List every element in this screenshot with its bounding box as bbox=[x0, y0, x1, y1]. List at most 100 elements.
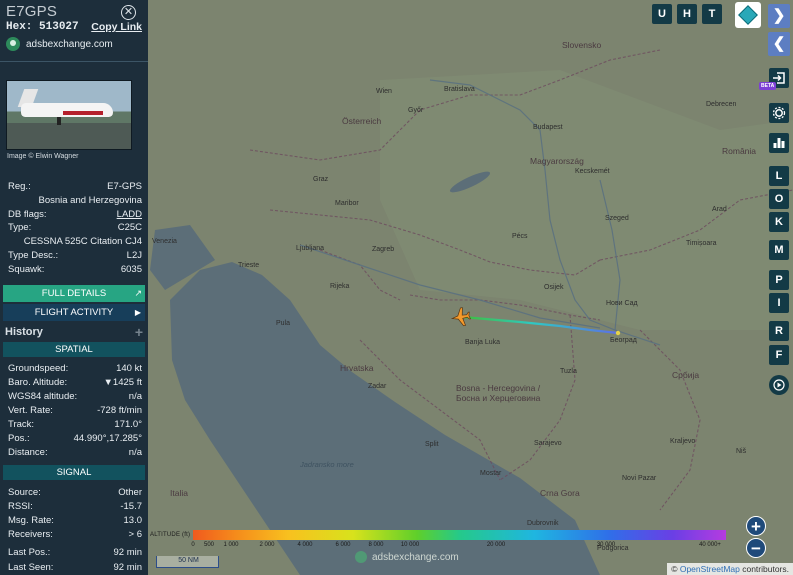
label-osijek: Osijek bbox=[544, 284, 564, 291]
label-wien: Wien bbox=[376, 88, 392, 95]
spatial-row-wgs84: WGS84 altitude: n/a bbox=[8, 391, 142, 402]
tool-button-r[interactable]: R bbox=[769, 321, 789, 341]
label-beograd: Београд bbox=[610, 337, 637, 344]
adsbx-watermark-icon bbox=[355, 551, 367, 563]
label-debrecen: Debrecen bbox=[706, 101, 737, 108]
stats-chart-icon[interactable] bbox=[769, 133, 789, 153]
external-link-icon: ↗ bbox=[134, 288, 142, 298]
label-pecs: Pécs bbox=[512, 233, 528, 240]
plus-icon[interactable]: + bbox=[135, 324, 143, 340]
label-gyor: Győr bbox=[408, 107, 424, 114]
label-dubrovnik: Dubrovnik bbox=[527, 520, 559, 527]
label-zagreb: Zagreb bbox=[372, 246, 395, 253]
label-kecskemet: Kecskemét bbox=[575, 168, 610, 175]
signal-row-msg-rate: Msg. Rate: 13.0 bbox=[8, 515, 142, 526]
label-mostar: Mostar bbox=[480, 470, 502, 477]
label-romania: România bbox=[722, 146, 757, 156]
full-details-button[interactable]: FULL DETAILS ↗ bbox=[3, 285, 145, 302]
spatial-section-header: SPATIAL bbox=[3, 342, 145, 357]
spatial-section: Groundspeed: 140 kt Baro. Altitude: ▼1425 … bbox=[0, 362, 148, 460]
label-serbia: Србија bbox=[672, 370, 700, 380]
mode-button-h[interactable]: H bbox=[677, 4, 697, 24]
detail-row-typedesc: Type Desc.: L2J bbox=[8, 249, 142, 261]
panel-header: E7GPS ✕ Hex: 513027 Copy Link adsbexchan… bbox=[0, 0, 148, 62]
altitude-color-bar bbox=[193, 530, 726, 540]
forward-arrow-icon[interactable]: ❯ bbox=[768, 4, 790, 28]
label-pula: Pula bbox=[276, 320, 291, 327]
tool-button-f[interactable]: F bbox=[769, 345, 789, 365]
last-seen-section: Last Pos.: 92 min Last Seen: 92 min bbox=[0, 546, 148, 575]
label-banja-luka: Banja Luka bbox=[465, 339, 501, 346]
signal-section-header: SIGNAL bbox=[3, 465, 145, 480]
hex-value: Hex: 513027 bbox=[6, 21, 79, 33]
altitude-legend: ALTITUDE (ft) 0 500 1 000 2 000 4 000 6 … bbox=[150, 530, 728, 550]
label-zadar: Zadar bbox=[368, 383, 387, 390]
label-kraljevo: Kraljevo bbox=[670, 438, 696, 445]
detail-row-type: Type: C25C bbox=[8, 222, 142, 234]
image-credit: Image © Elwin Wagner bbox=[7, 153, 79, 160]
detail-row-reg: Reg.: E7-GPS bbox=[8, 181, 142, 192]
tool-button-l[interactable]: L bbox=[769, 166, 789, 186]
label-croatia: Hrvatska bbox=[340, 363, 374, 373]
label-venezia: Venezia bbox=[152, 238, 177, 245]
label-graz: Graz bbox=[313, 176, 329, 183]
detail-row-model: CESSNA 525C Citation CJ4 bbox=[23, 236, 142, 248]
adsbx-logo-icon bbox=[6, 37, 20, 51]
history-header[interactable]: History + bbox=[0, 324, 148, 340]
flight-activity-button[interactable]: FLIGHT ACTIVITY ▶ bbox=[3, 304, 145, 321]
zoom-in-button[interactable]: + bbox=[746, 516, 766, 536]
tool-button-m[interactable]: M bbox=[769, 240, 789, 260]
label-bosnia: Bosna - Hercegovina / Босна и Херцеговин… bbox=[456, 383, 541, 403]
settings-gear-icon[interactable] bbox=[769, 103, 789, 123]
spatial-row-vert-rate: Vert. Rate: -728 ft/min bbox=[8, 405, 142, 416]
spatial-row-position: Pos.: 44.990°,17.285° bbox=[8, 433, 142, 444]
signal-row-receivers: Receivers: > 6 bbox=[8, 529, 142, 540]
label-timisoara: Timișoara bbox=[686, 240, 717, 247]
label-novi-sad: Нови Сад bbox=[606, 300, 638, 307]
signal-row-rssi: RSSI: -15.7 bbox=[8, 501, 142, 512]
ladd-flag-link[interactable]: LADD bbox=[117, 208, 142, 222]
spatial-row-baro-altitude: Baro. Altitude: ▼1425 ft bbox=[8, 377, 142, 388]
row-last-seen: Last Seen: 92 min bbox=[8, 561, 142, 573]
zoom-out-button[interactable]: − bbox=[746, 538, 766, 558]
label-budapest: Budapest bbox=[533, 124, 563, 131]
legend-tick: 8 000 bbox=[368, 542, 384, 548]
signal-section: Source: Other RSSI: -15.7 Msg. Rate: 13.0 R… bbox=[0, 486, 148, 542]
detail-row-squawk: Squawk: 6035 bbox=[8, 263, 142, 275]
tool-button-o[interactable]: O bbox=[769, 189, 789, 209]
legend-tick: 4 000 bbox=[297, 542, 313, 548]
label-ljubljana: Ljubljana bbox=[296, 245, 325, 252]
site-link-label: adsbexchange.com bbox=[26, 38, 113, 50]
altitude-legend-label: ALTITUDE (ft) bbox=[150, 532, 191, 538]
label-split: Split bbox=[425, 441, 439, 448]
spatial-row-track: Track: 171.0° bbox=[8, 419, 142, 430]
legend-tick: 2 000 bbox=[259, 542, 275, 548]
label-szeged: Szeged bbox=[605, 215, 629, 222]
site-link[interactable]: adsbexchange.com bbox=[6, 37, 142, 51]
layers-button[interactable] bbox=[735, 2, 761, 28]
label-tuzla: Tuzla bbox=[560, 368, 577, 375]
legend-tick: 1 000 bbox=[223, 542, 239, 548]
label-slovakia: Slovensko bbox=[562, 40, 602, 50]
site-watermark: adsbexchange.com bbox=[355, 551, 459, 563]
mode-button-u[interactable]: U bbox=[652, 4, 672, 24]
tool-button-k[interactable]: K bbox=[769, 212, 789, 232]
hex-row: Hex: 513027 Copy Link bbox=[6, 21, 142, 33]
legend-tick: 30 000 bbox=[596, 542, 616, 548]
legend-tick: 40 000+ bbox=[699, 542, 721, 548]
label-novi-pazar: Novi Pazar bbox=[622, 475, 657, 482]
map-attribution: © OpenStreetMap contributors. bbox=[667, 563, 793, 575]
tool-button-i[interactable]: I bbox=[769, 293, 789, 313]
tool-button-p[interactable]: P bbox=[769, 270, 789, 290]
back-arrow-icon[interactable]: ❮ bbox=[768, 32, 790, 56]
scale-bar: 50 NM bbox=[156, 556, 219, 568]
layers-icon bbox=[738, 5, 758, 25]
label-sarajevo: Sarajevo bbox=[534, 440, 562, 447]
osm-link[interactable]: OpenStreetMap bbox=[680, 564, 740, 574]
close-icon[interactable]: ✕ bbox=[121, 5, 136, 20]
label-nis: Niš bbox=[736, 448, 747, 455]
mode-button-t[interactable]: T bbox=[702, 4, 722, 24]
aircraft-photo[interactable] bbox=[6, 80, 132, 150]
replay-icon[interactable] bbox=[769, 375, 789, 395]
copy-link-button[interactable]: Copy Link bbox=[91, 21, 142, 33]
